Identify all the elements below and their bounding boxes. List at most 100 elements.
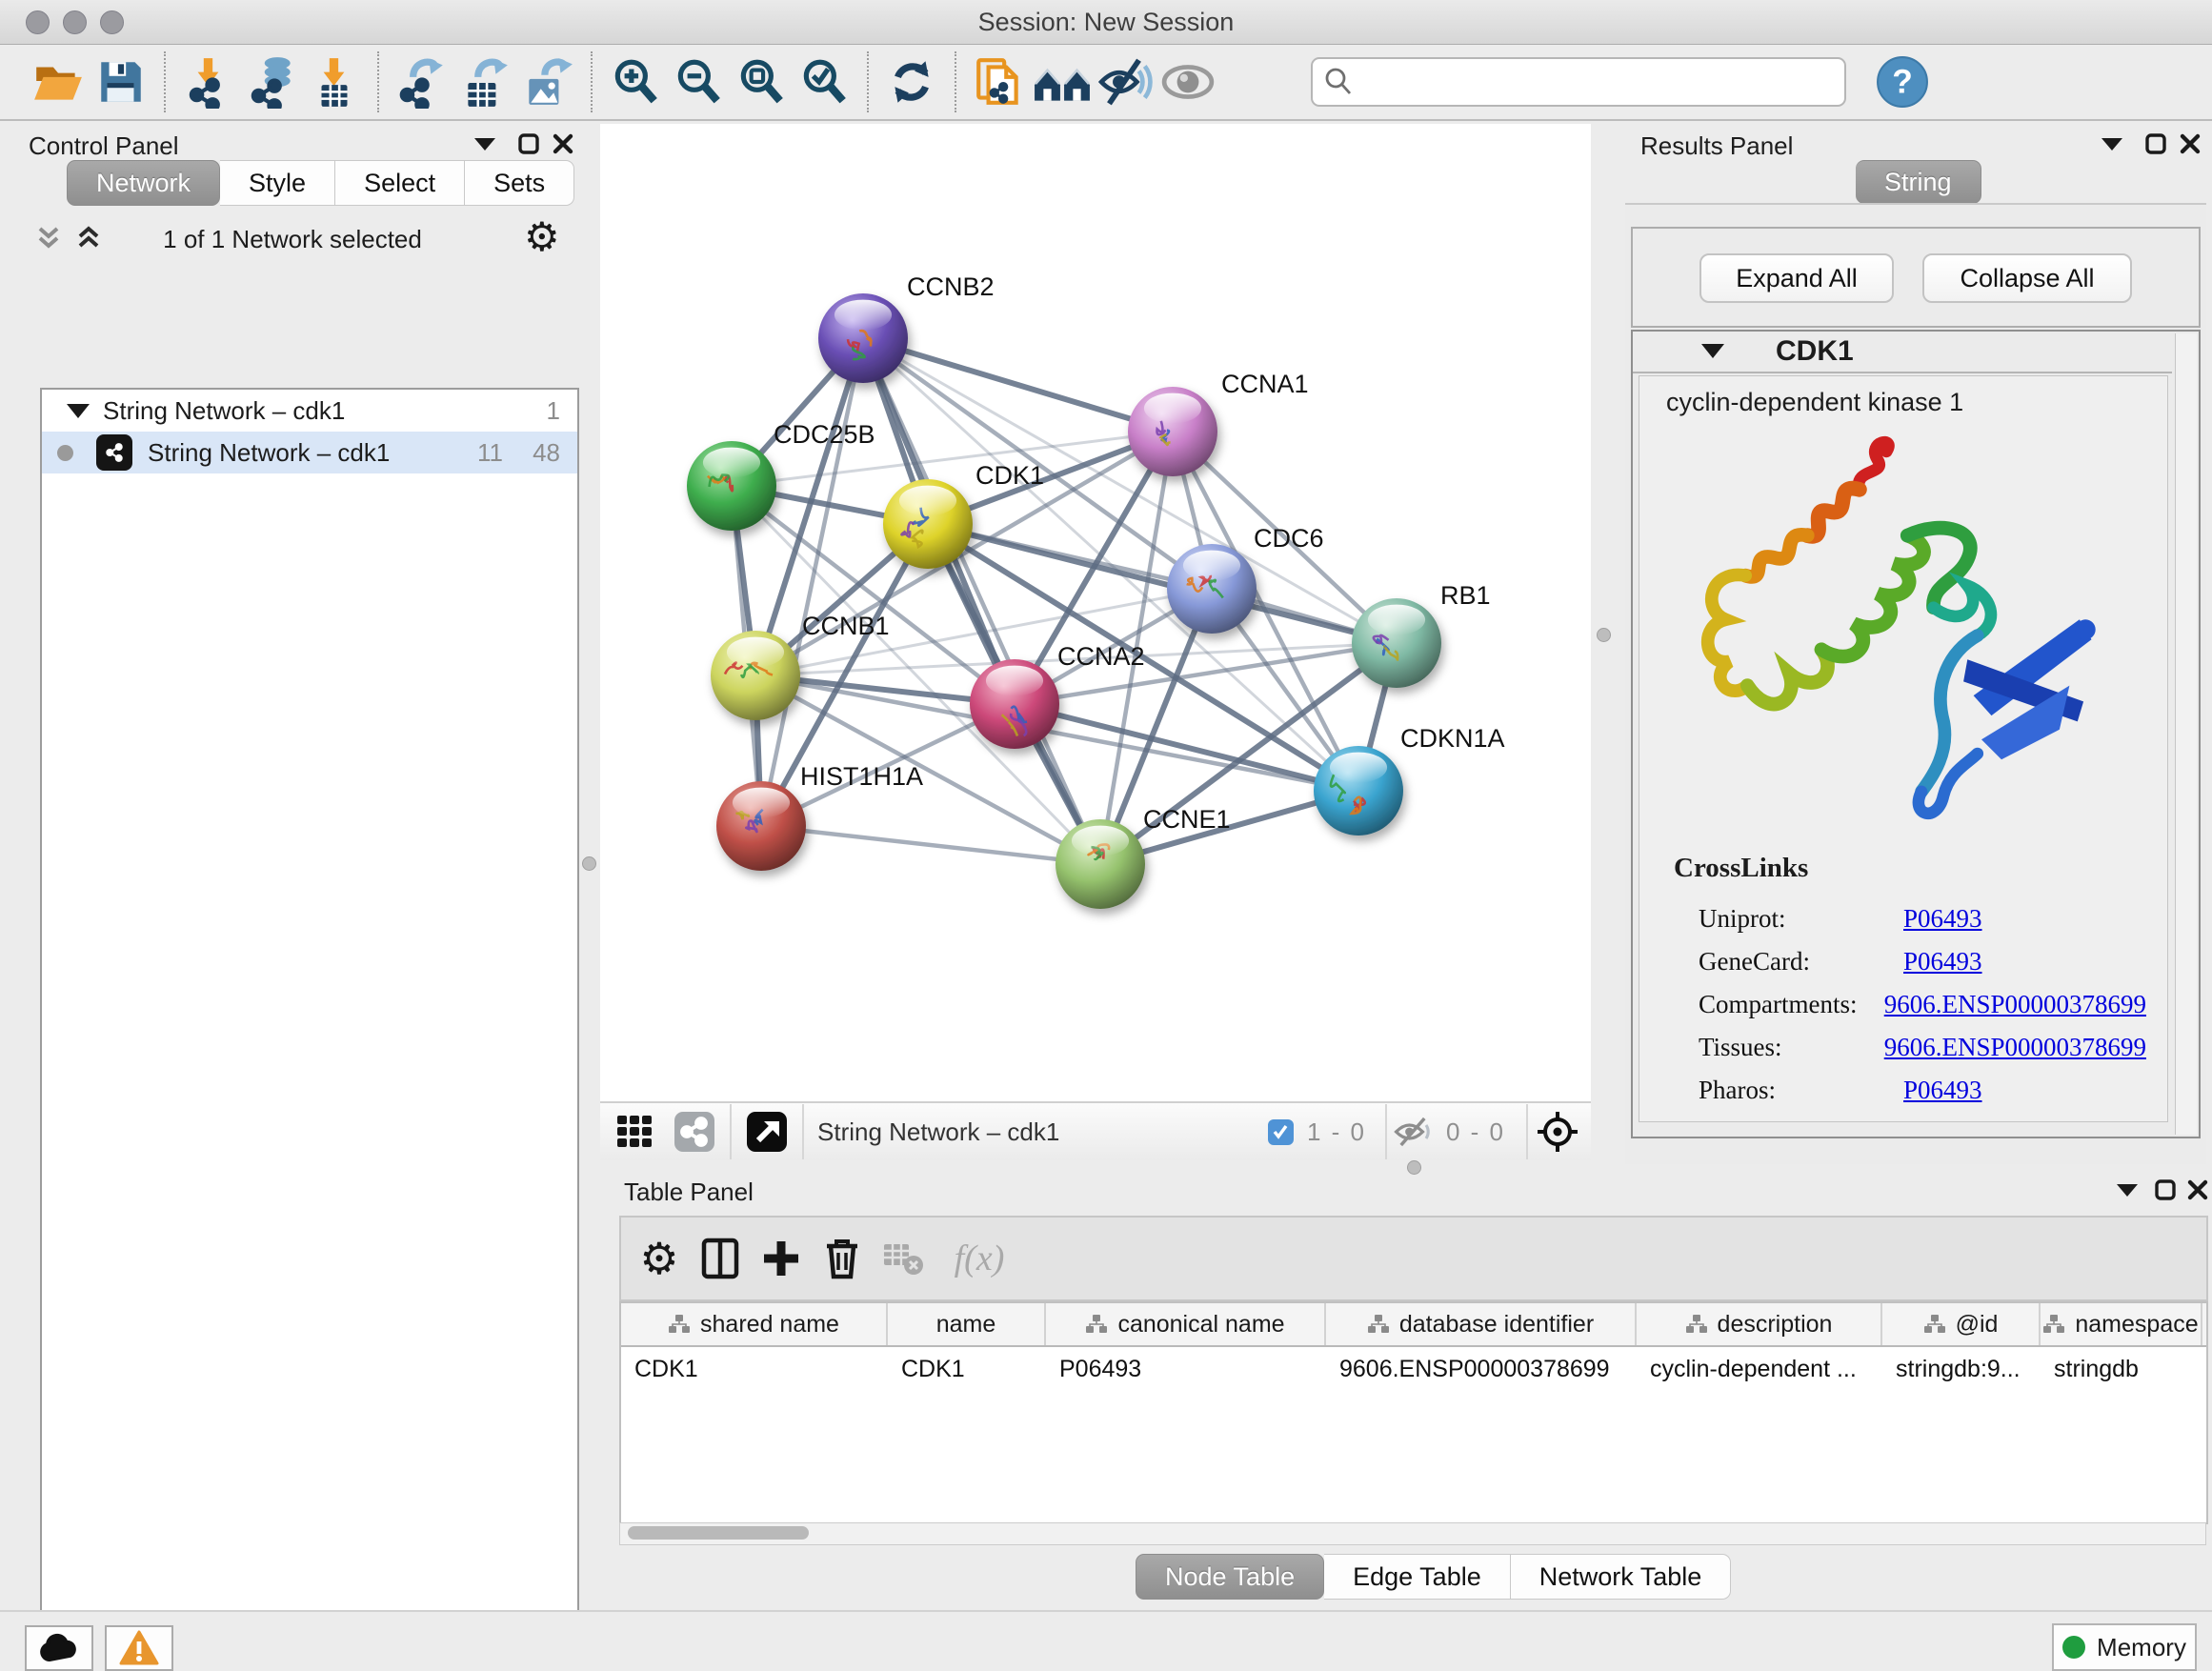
network-node-CCNB2[interactable] <box>818 293 908 383</box>
table-panel-float-button[interactable] <box>2149 1176 2182 1204</box>
network-node-HIST1H1A[interactable] <box>716 781 806 871</box>
control-panel-close-button[interactable] <box>547 130 579 158</box>
network-canvas[interactable]: CCNB2CCNA1CDC25BCDK1CDC6RB1CCNB1CCNA2CDK… <box>600 124 1591 1101</box>
network-options-gear-icon[interactable]: ⚙ <box>524 217 560 257</box>
network-edge-HIST1H1A-CCNE1[interactable] <box>761 826 1100 864</box>
table-cell[interactable]: P06493 <box>1046 1347 1326 1391</box>
results-scrollbar[interactable] <box>2175 333 2197 1135</box>
network-node-CCNB1[interactable] <box>711 631 800 720</box>
network-edge-CCNB2-CCNA1[interactable] <box>863 338 1173 432</box>
table-cell[interactable]: stringdb:9... <box>1882 1347 2041 1391</box>
left-splitter-handle[interactable] <box>582 856 596 871</box>
open-session-button[interactable] <box>27 50 90 113</box>
table-panel-menu-button[interactable] <box>2111 1176 2143 1204</box>
zoom-selected-button[interactable] <box>793 50 855 113</box>
tab-sets[interactable]: Sets <box>465 160 574 206</box>
delete-column-button[interactable] <box>812 1228 873 1289</box>
selected-checkbox-icon[interactable] <box>1268 1119 1294 1145</box>
network-node-CDC6[interactable] <box>1167 544 1257 634</box>
tab-network[interactable]: Network <box>67 160 220 206</box>
tab-edge-table[interactable]: Edge Table <box>1324 1554 1511 1600</box>
network-graph[interactable]: CCNB2CCNA1CDC25BCDK1CDC6RB1CCNB1CCNA2CDK… <box>600 124 1591 1101</box>
table-options-gear-icon[interactable]: ⚙ <box>629 1228 690 1289</box>
table-row[interactable]: CDK1CDK1P064939606.ENSP00000378699cyclin… <box>621 1347 2206 1391</box>
network-edge-CCNB2-HIST1H1A[interactable] <box>761 338 863 826</box>
warning-button[interactable] <box>105 1625 173 1671</box>
collapse-all-button[interactable]: Collapse All <box>1922 253 2132 303</box>
grid-view-button[interactable] <box>613 1110 657 1154</box>
column-header-shared-name[interactable]: shared name <box>621 1303 888 1345</box>
network-share-view-button[interactable] <box>673 1110 716 1154</box>
table-hscrollbar-thumb[interactable] <box>628 1526 809 1540</box>
network-collection-row[interactable]: String Network – cdk1 1 <box>42 390 577 432</box>
horizontal-splitter-handle[interactable] <box>1407 1160 1421 1175</box>
save-session-button[interactable] <box>90 50 152 113</box>
hidden-eye-icon[interactable] <box>1393 1115 1433 1149</box>
results-panel-menu-button[interactable] <box>2096 130 2128 158</box>
network-node-CDKN1A[interactable] <box>1314 746 1403 836</box>
zoom-in-button[interactable] <box>604 50 667 113</box>
table-cell[interactable]: cyclin-dependent ... <box>1637 1347 1882 1391</box>
tab-string[interactable]: String <box>1856 160 1981 204</box>
network-node-CCNA1[interactable] <box>1128 387 1217 476</box>
detach-view-button[interactable] <box>745 1110 789 1154</box>
table-panel-close-button[interactable] <box>2182 1176 2212 1204</box>
clone-network-button[interactable] <box>968 50 1031 113</box>
column-header-database-identifier[interactable]: database identifier <box>1326 1303 1637 1345</box>
table-cell[interactable]: stringdb <box>2041 1347 2202 1391</box>
show-graphics-details-button[interactable] <box>1156 50 1219 113</box>
expand-all-button[interactable]: Expand All <box>1699 253 1894 303</box>
network-edge-CDK1-RB1[interactable] <box>928 524 1397 643</box>
column-header-description[interactable]: description <box>1637 1303 1882 1345</box>
function-builder-button[interactable]: f(x) <box>934 1228 1025 1289</box>
import-network-from-database-button[interactable] <box>240 50 303 113</box>
table-hscrollbar[interactable] <box>619 1522 2206 1545</box>
column-header-@id[interactable]: @id <box>1882 1303 2041 1345</box>
crosslink-link[interactable]: 9606.ENSP00000378699 <box>1884 1033 2146 1062</box>
network-row[interactable]: String Network – cdk1 11 48 <box>42 432 577 473</box>
hide-graphics-details-button[interactable] <box>1094 50 1156 113</box>
export-image-button[interactable] <box>516 50 579 113</box>
help-button[interactable]: ? <box>1871 50 1934 113</box>
crosslink-link[interactable]: 9606.ENSP00000378699 <box>1884 990 2146 1019</box>
crosslink-link[interactable]: P06493 <box>1903 947 1982 976</box>
table-cell[interactable]: CDK1 <box>888 1347 1046 1391</box>
network-node-CCNE1[interactable] <box>1056 819 1145 909</box>
apply-preferred-layout-button[interactable] <box>880 50 943 113</box>
network-node-CDK1[interactable] <box>883 479 973 569</box>
network-node-CDC25B[interactable] <box>687 441 776 531</box>
control-panel-float-button[interactable] <box>513 130 545 158</box>
right-splitter-handle[interactable] <box>1597 628 1611 642</box>
gene-expander-icon[interactable] <box>1701 344 1724 358</box>
search-input[interactable] <box>1311 57 1846 107</box>
birds-eye-view-button[interactable] <box>1536 1110 1579 1154</box>
network-node-RB1[interactable] <box>1352 598 1441 688</box>
tab-style[interactable]: Style <box>220 160 335 206</box>
collection-expander-icon[interactable] <box>67 404 90 418</box>
network-node-CCNA2[interactable] <box>970 659 1059 749</box>
table-cell[interactable]: 9606.ENSP00000378699 <box>1326 1347 1637 1391</box>
import-table-from-file-button[interactable] <box>303 50 366 113</box>
fit-content-button[interactable] <box>730 50 793 113</box>
import-network-from-file-button[interactable] <box>177 50 240 113</box>
gene-entry-header[interactable]: CDK1 <box>1633 332 2172 373</box>
control-panel-menu-button[interactable] <box>469 130 501 158</box>
table-cell[interactable]: CDK1 <box>621 1347 888 1391</box>
column-header-namespace[interactable]: namespace <box>2041 1303 2202 1345</box>
results-panel-close-button[interactable] <box>2174 130 2206 158</box>
two-houses-button[interactable] <box>1031 50 1094 113</box>
export-network-button[interactable] <box>391 50 453 113</box>
column-header-canonical-name[interactable]: canonical name <box>1046 1303 1326 1345</box>
zoom-out-button[interactable] <box>667 50 730 113</box>
column-header-name[interactable]: name <box>888 1303 1046 1345</box>
export-table-button[interactable] <box>453 50 516 113</box>
create-column-button[interactable] <box>751 1228 812 1289</box>
show-columns-button[interactable] <box>690 1228 751 1289</box>
tab-node-table[interactable]: Node Table <box>1136 1554 1324 1600</box>
memory-button[interactable]: Memory <box>2052 1623 2197 1671</box>
crosslink-link[interactable]: P06493 <box>1903 1076 1982 1105</box>
crosslink-link[interactable]: P06493 <box>1903 904 1982 934</box>
tab-select[interactable]: Select <box>335 160 465 206</box>
tab-network-table[interactable]: Network Table <box>1511 1554 1732 1600</box>
results-panel-float-button[interactable] <box>2140 130 2172 158</box>
